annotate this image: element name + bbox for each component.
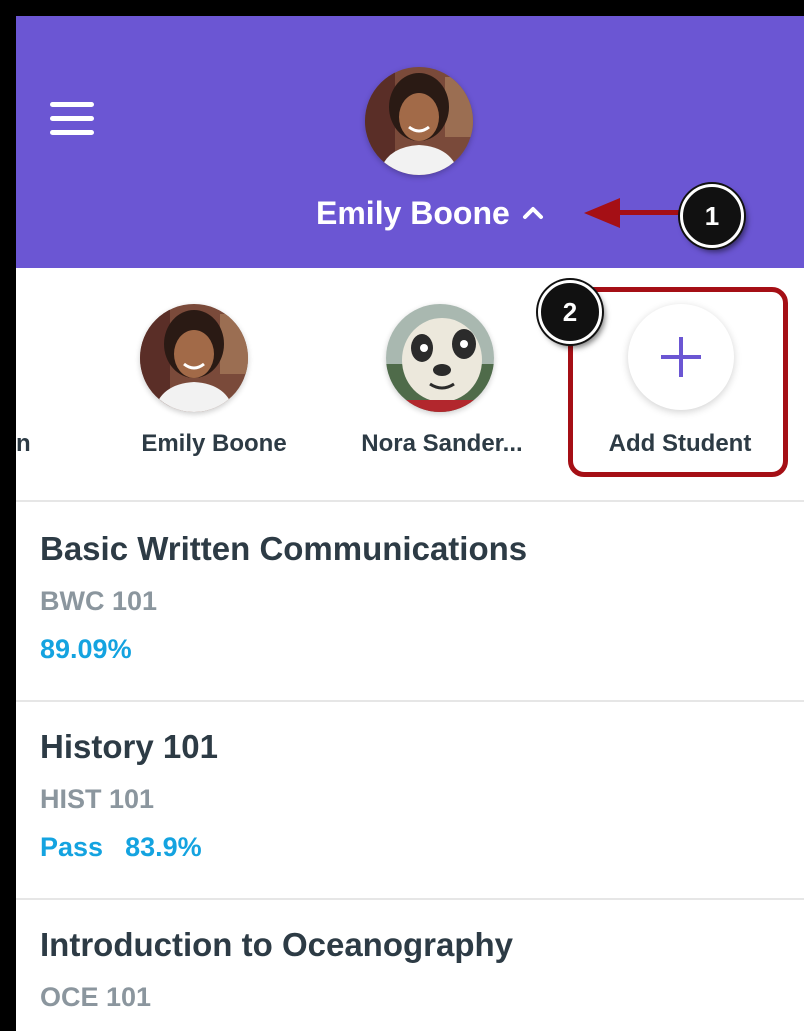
course-row[interactable]: History 101 HIST 101 Pass 83.9% <box>16 702 804 900</box>
annotation-callout-1: 1 <box>680 184 744 248</box>
student-name-toggle[interactable]: Emily Boone <box>306 190 566 236</box>
course-title: Basic Written Communications <box>40 530 528 567</box>
student-name-label: Emily Boone <box>141 430 287 457</box>
student-name-label: Nora Sander... <box>361 430 523 457</box>
course-grade: 89.09% <box>40 634 132 665</box>
course-title: History 101 <box>40 728 218 765</box>
current-student-name: Emily Boone <box>316 195 510 231</box>
header-avatar[interactable] <box>365 67 473 175</box>
course-row[interactable]: Basic Written Communications BWC 101 89.… <box>16 502 804 702</box>
course-grade-status: Pass <box>40 832 104 862</box>
course-code: HIST 101 <box>40 784 155 814</box>
course-title: Introduction to Oceanography <box>40 926 514 963</box>
app-screen: Emily Boone n Emily Boone Nora Sander...… <box>16 16 804 1031</box>
course-grade-value: 83.9% <box>125 832 202 862</box>
student-item-emily-boone[interactable]: Emily Boone <box>124 268 304 500</box>
student-photo-emily <box>140 304 248 412</box>
annotation-arrow-head <box>584 198 620 228</box>
hamburger-menu-icon[interactable] <box>50 102 94 136</box>
student-photo-panda <box>386 304 494 412</box>
student-photo-emily <box>365 67 473 175</box>
annotation-callout-2: 2 <box>538 280 602 344</box>
annotation-arrow-line <box>616 210 684 215</box>
chevron-up-icon <box>522 207 543 219</box>
avatar <box>140 304 248 412</box>
course-code: BWC 101 <box>40 586 158 616</box>
course-code: OCE 101 <box>40 982 152 1012</box>
course-grade: Pass 83.9% <box>40 832 202 863</box>
avatar <box>386 304 494 412</box>
student-item-nora-sanders[interactable]: Nora Sander... <box>342 268 542 500</box>
student-item-partial-label[interactable]: n <box>16 430 31 458</box>
course-row[interactable]: Introduction to Oceanography OCE 101 <box>16 900 804 1031</box>
course-grade-value: 89.09% <box>40 634 132 664</box>
